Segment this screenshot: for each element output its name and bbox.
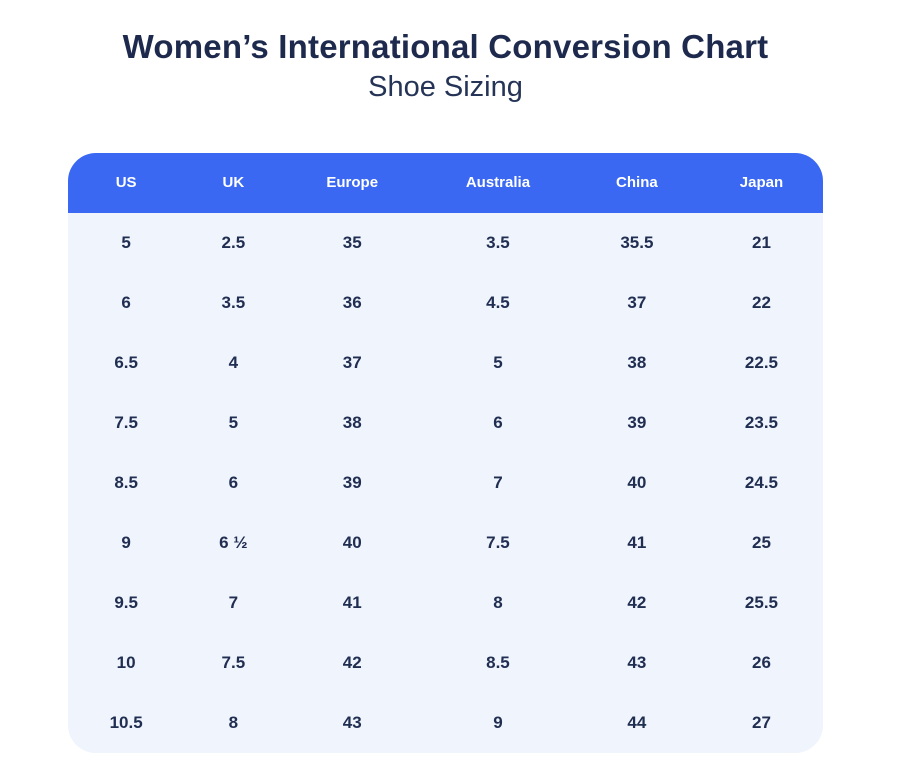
table-cell: 7 bbox=[422, 453, 574, 513]
table-cell: 6 ½ bbox=[184, 513, 282, 573]
table-cell: 6.5 bbox=[68, 333, 184, 393]
table-cell: 8.5 bbox=[422, 633, 574, 693]
table-cell: 38 bbox=[282, 393, 422, 453]
table-cell: 23.5 bbox=[700, 393, 823, 453]
size-conversion-table-card: US UK Europe Australia China Japan 52.53… bbox=[68, 153, 823, 753]
table-body: 52.5353.535.52163.5364.537226.543753822.… bbox=[68, 213, 823, 753]
table-row: 52.5353.535.521 bbox=[68, 213, 823, 273]
table-header-row: US UK Europe Australia China Japan bbox=[68, 153, 823, 213]
table-cell: 22.5 bbox=[700, 333, 823, 393]
table-row: 7.553863923.5 bbox=[68, 393, 823, 453]
table-cell: 10.5 bbox=[68, 693, 184, 753]
table-cell: 26 bbox=[700, 633, 823, 693]
table-cell: 7.5 bbox=[422, 513, 574, 573]
table-cell: 41 bbox=[574, 513, 700, 573]
table-cell: 27 bbox=[700, 693, 823, 753]
table-header: US UK Europe Australia China Japan bbox=[68, 153, 823, 213]
table-cell: 5 bbox=[68, 213, 184, 273]
table-row: 8.563974024.5 bbox=[68, 453, 823, 513]
table-cell: 3.5 bbox=[184, 273, 282, 333]
table-cell: 4 bbox=[184, 333, 282, 393]
column-header-us: US bbox=[68, 153, 184, 213]
table-row: 63.5364.53722 bbox=[68, 273, 823, 333]
table-cell: 10 bbox=[68, 633, 184, 693]
table-cell: 7.5 bbox=[68, 393, 184, 453]
table-cell: 42 bbox=[282, 633, 422, 693]
table-cell: 39 bbox=[574, 393, 700, 453]
table-cell: 24.5 bbox=[700, 453, 823, 513]
column-header-australia: Australia bbox=[422, 153, 574, 213]
column-header-china: China bbox=[574, 153, 700, 213]
table-row: 96 ½407.54125 bbox=[68, 513, 823, 573]
table-cell: 39 bbox=[282, 453, 422, 513]
conversion-chart-section: Women’s International Conversion Chart S… bbox=[68, 0, 823, 753]
table-cell: 21 bbox=[700, 213, 823, 273]
table-cell: 8 bbox=[184, 693, 282, 753]
table-cell: 25 bbox=[700, 513, 823, 573]
table-cell: 37 bbox=[282, 333, 422, 393]
table-cell: 7.5 bbox=[184, 633, 282, 693]
table-cell: 25.5 bbox=[700, 573, 823, 633]
table-cell: 37 bbox=[574, 273, 700, 333]
table-cell: 8.5 bbox=[68, 453, 184, 513]
page-subtitle: Shoe Sizing bbox=[68, 69, 823, 107]
table-cell: 36 bbox=[282, 273, 422, 333]
table-cell: 41 bbox=[282, 573, 422, 633]
table-row: 6.543753822.5 bbox=[68, 333, 823, 393]
table-cell: 5 bbox=[184, 393, 282, 453]
table-cell: 43 bbox=[574, 633, 700, 693]
table-cell: 8 bbox=[422, 573, 574, 633]
size-conversion-table: US UK Europe Australia China Japan 52.53… bbox=[68, 153, 823, 753]
table-cell: 22 bbox=[700, 273, 823, 333]
page-title: Women’s International Conversion Chart bbox=[68, 26, 823, 67]
table-cell: 40 bbox=[574, 453, 700, 513]
column-header-uk: UK bbox=[184, 153, 282, 213]
table-cell: 35 bbox=[282, 213, 422, 273]
table-cell: 35.5 bbox=[574, 213, 700, 273]
table-cell: 43 bbox=[282, 693, 422, 753]
table-row: 9.574184225.5 bbox=[68, 573, 823, 633]
table-cell: 6 bbox=[184, 453, 282, 513]
table-cell: 3.5 bbox=[422, 213, 574, 273]
table-cell: 2.5 bbox=[184, 213, 282, 273]
column-header-europe: Europe bbox=[282, 153, 422, 213]
table-row: 107.5428.54326 bbox=[68, 633, 823, 693]
table-cell: 9 bbox=[68, 513, 184, 573]
table-cell: 9.5 bbox=[68, 573, 184, 633]
table-cell: 6 bbox=[68, 273, 184, 333]
table-cell: 40 bbox=[282, 513, 422, 573]
table-cell: 42 bbox=[574, 573, 700, 633]
table-cell: 6 bbox=[422, 393, 574, 453]
table-cell: 44 bbox=[574, 693, 700, 753]
table-cell: 9 bbox=[422, 693, 574, 753]
table-cell: 7 bbox=[184, 573, 282, 633]
column-header-japan: Japan bbox=[700, 153, 823, 213]
table-row: 10.584394427 bbox=[68, 693, 823, 753]
table-cell: 5 bbox=[422, 333, 574, 393]
table-cell: 38 bbox=[574, 333, 700, 393]
table-cell: 4.5 bbox=[422, 273, 574, 333]
